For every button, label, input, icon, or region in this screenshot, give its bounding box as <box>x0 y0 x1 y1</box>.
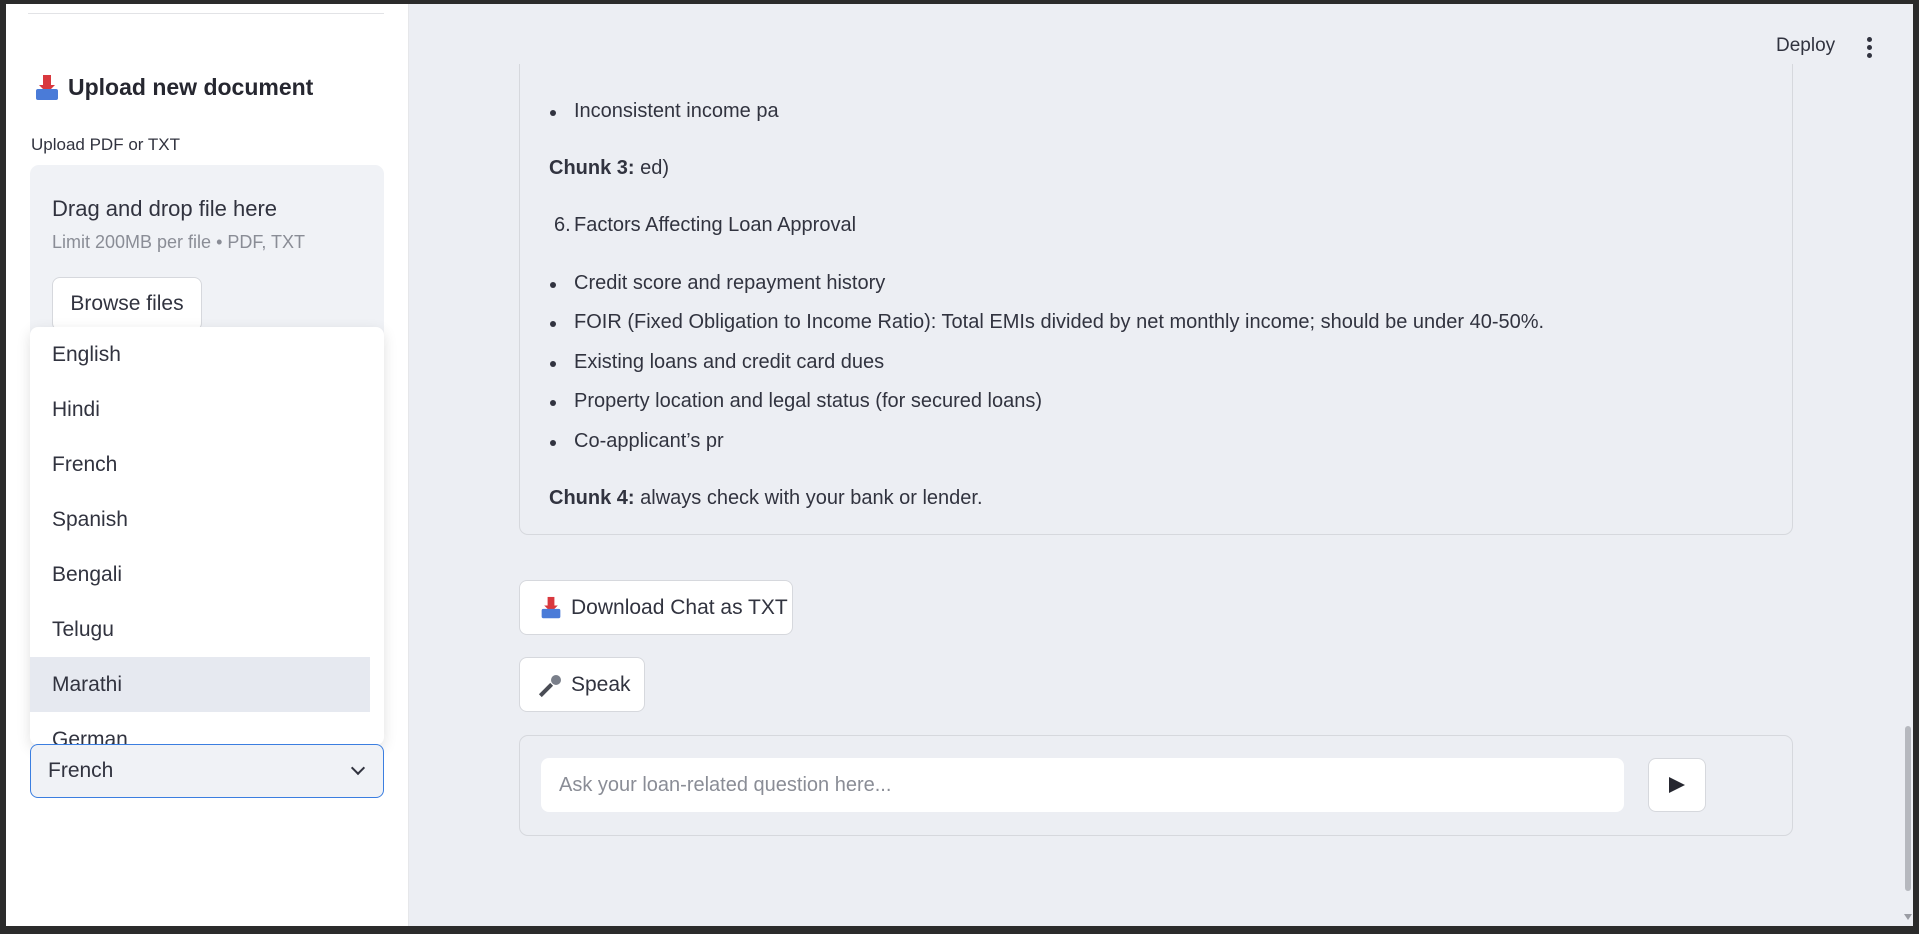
numbered-item: 6. Factors Affecting Loan Approval <box>554 214 856 237</box>
chunk-line: Chunk 4: always check with your bank or … <box>549 487 983 510</box>
kebab-menu-icon[interactable] <box>1867 37 1873 59</box>
scrollbar-thumb[interactable] <box>1905 726 1911 891</box>
chunk-text: always check with your bank or lender. <box>640 487 983 509</box>
chat-input-panel <box>519 735 1793 836</box>
upload-title: Upload new document <box>68 74 314 100</box>
download-chat-label: Download Chat as TXT <box>571 595 788 619</box>
file-dropzone[interactable]: Drag and drop file here Limit 200MB per … <box>30 165 384 345</box>
item-number: 6. <box>554 214 571 236</box>
browse-files-button[interactable]: Browse files <box>52 277 202 331</box>
language-select-value: French <box>48 759 114 782</box>
sidebar: Upload new document Upload PDF or TXT Dr… <box>6 4 409 926</box>
list-item: FOIR (Fixed Obligation to Income Ratio):… <box>549 311 1545 333</box>
chevron-down-icon <box>350 760 366 776</box>
language-option[interactable]: English <box>30 327 370 382</box>
scrollbar[interactable] <box>1902 4 1913 926</box>
chunk-label: Chunk 3: <box>549 157 635 179</box>
list-item: Property location and legal status (for … <box>549 390 1043 412</box>
upload-field-label: Upload PDF or TXT <box>31 135 180 154</box>
list-item: Existing loans and credit card dues <box>549 351 885 373</box>
sources-panel: Inconsistent income pa Chunk 3: ed) 6. F… <box>519 64 1793 535</box>
item-text: Factors Affecting Loan Approval <box>574 214 857 236</box>
microphone-icon <box>538 674 562 697</box>
speak-button[interactable]: Speak <box>519 657 645 712</box>
list-item: Inconsistent income pa <box>550 100 779 122</box>
language-dropdown-menu: English Hindi French Spanish Bengali Tel… <box>30 327 384 745</box>
divider <box>28 13 384 14</box>
inbox-tray-icon <box>541 596 561 618</box>
chat-input[interactable] <box>541 758 1624 812</box>
chunk-line: Chunk 3: ed) <box>549 157 669 180</box>
list-item: Co-applicant’s pr <box>550 430 724 452</box>
language-option-highlighted[interactable]: Marathi <box>30 657 370 712</box>
chunk-label: Chunk 4: <box>549 487 635 509</box>
upload-section-header: Upload new document <box>36 74 313 101</box>
list-item: Credit score and repayment history <box>549 272 886 294</box>
language-option[interactable]: Telugu <box>30 602 370 657</box>
language-option[interactable]: French <box>30 437 370 492</box>
send-arrow-icon <box>1669 777 1685 793</box>
inbox-tray-icon <box>36 74 58 101</box>
dropzone-limit: Limit 200MB per file • PDF, TXT <box>52 232 306 252</box>
language-option[interactable]: Bengali <box>30 547 370 602</box>
language-option[interactable]: Spanish <box>30 492 370 547</box>
language-select[interactable]: French <box>30 744 384 798</box>
speak-label: Speak <box>571 672 631 696</box>
dropzone-title: Drag and drop file here <box>52 196 278 221</box>
chunk-text: ed) <box>640 157 670 179</box>
language-option[interactable]: German <box>30 712 370 746</box>
scroll-down-icon[interactable] <box>1904 914 1912 920</box>
language-option[interactable]: Hindi <box>30 382 370 437</box>
app-window: Upload new document Upload PDF or TXT Dr… <box>6 4 1913 926</box>
send-button[interactable] <box>1648 758 1706 812</box>
deploy-button[interactable]: Deploy <box>1776 35 1835 57</box>
download-chat-button[interactable]: Download Chat as TXT <box>519 580 793 635</box>
